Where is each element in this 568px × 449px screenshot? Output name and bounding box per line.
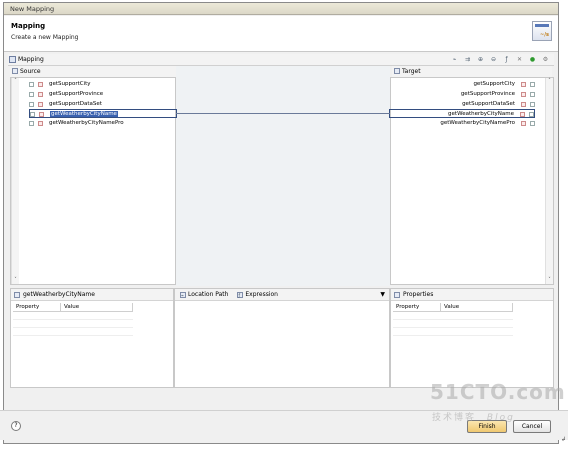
- properties-panel-title: Properties: [403, 291, 434, 298]
- target-label: Target: [402, 68, 421, 75]
- target-item-selected[interactable]: getWeatherbyCityName: [389, 109, 535, 118]
- element-icon: [38, 92, 43, 97]
- details-area: getWeatherbyCityName Property Value ⌁ Lo…: [10, 288, 554, 388]
- expand-icon[interactable]: [530, 102, 535, 107]
- mapping-icon: [9, 56, 16, 63]
- properties-table[interactable]: Property Value: [393, 303, 513, 336]
- scroll-up-icon[interactable]: ˄: [546, 78, 553, 85]
- element-icon: [521, 102, 526, 107]
- mapping-connection-line[interactable]: [176, 113, 390, 114]
- target-item[interactable]: getSupportCity: [389, 80, 535, 89]
- return-mark: ↲: [561, 436, 567, 443]
- node-properties-table[interactable]: Property Value: [13, 303, 133, 336]
- element-icon: [38, 102, 43, 107]
- header-title: Mapping: [11, 22, 46, 30]
- column-header-property[interactable]: Property: [13, 303, 61, 311]
- dialog-footer: ? Finish Cancel: [0, 410, 568, 440]
- target-tree[interactable]: ˄ ˅ getSupportCity getSupportProvince ge…: [389, 77, 554, 285]
- element-icon: [521, 121, 526, 126]
- mapping-label: Mapping: [18, 56, 44, 63]
- source-item[interactable]: getSupportCity: [29, 80, 177, 89]
- header-subtitle: Create a new Mapping: [11, 34, 79, 41]
- remove-icon[interactable]: ✕: [515, 56, 524, 64]
- link-icon[interactable]: ⌁: [450, 56, 459, 64]
- tab-location-path[interactable]: ⌁ Location Path: [177, 289, 228, 301]
- expand-icon[interactable]: [530, 121, 535, 126]
- element-icon: [14, 292, 20, 298]
- element-icon: [38, 82, 43, 87]
- target-header: Target: [392, 66, 552, 77]
- add-icon[interactable]: ●: [528, 56, 537, 64]
- element-icon: [521, 82, 526, 87]
- cancel-button[interactable]: Cancel: [513, 420, 551, 433]
- expression-tabs: ⌁ Location Path ƒ Expression ▼: [175, 289, 389, 301]
- source-tree[interactable]: ˄ ˅ getSupportCity getSupportProvince ge…: [10, 77, 177, 285]
- source-item-selected[interactable]: getWeatherbyCityName: [29, 109, 177, 118]
- dialog-header: Mapping Create a new Mapping ~/s: [4, 16, 558, 52]
- expand-icon[interactable]: [529, 112, 534, 117]
- target-item[interactable]: getWeatherbyCityNamePro: [389, 119, 535, 128]
- window-title: New Mapping: [4, 3, 558, 15]
- column-header-value[interactable]: Value: [61, 303, 133, 311]
- node-panel-header: getWeatherbyCityName: [11, 289, 173, 301]
- function-icon[interactable]: ƒ: [502, 56, 511, 64]
- auto-map-icon[interactable]: ⇉: [463, 56, 472, 64]
- selected-node-properties-panel: getWeatherbyCityName Property Value: [10, 288, 174, 388]
- source-item[interactable]: getWeatherbyCityNamePro: [29, 119, 177, 128]
- column-header-property[interactable]: Property: [393, 303, 441, 311]
- expand-icon[interactable]: [530, 82, 535, 87]
- column-header-value[interactable]: Value: [441, 303, 513, 311]
- element-icon: [38, 121, 43, 126]
- expression-panel: ⌁ Location Path ƒ Expression ▼: [174, 288, 390, 388]
- help-button[interactable]: ?: [11, 421, 21, 431]
- settings-icon[interactable]: ⚙: [541, 56, 550, 64]
- source-label: Source: [20, 68, 41, 75]
- properties-panel: Properties Property Value: [390, 288, 554, 388]
- element-icon: [521, 92, 526, 97]
- target-item[interactable]: getSupportDataSet: [389, 100, 535, 109]
- source-scrollbar[interactable]: ˄ ˅: [11, 78, 19, 284]
- location-path-icon: ⌁: [180, 292, 186, 299]
- target-icon: [394, 68, 400, 74]
- expand-icon[interactable]: [30, 112, 35, 117]
- element-icon: [39, 112, 44, 117]
- properties-panel-header: Properties: [391, 289, 553, 301]
- map-icon[interactable]: ⊕: [476, 56, 485, 64]
- scroll-up-icon[interactable]: ˄: [12, 78, 19, 85]
- expand-icon[interactable]: [530, 92, 535, 97]
- properties-icon: [394, 292, 400, 298]
- element-icon: [520, 112, 525, 117]
- scroll-down-icon[interactable]: ˅: [546, 277, 553, 284]
- mapping-canvas[interactable]: [176, 66, 390, 286]
- source-icon: [12, 68, 18, 74]
- scroll-down-icon[interactable]: ˅: [12, 277, 19, 284]
- unmap-icon[interactable]: ⊖: [489, 56, 498, 64]
- source-item[interactable]: getSupportProvince: [29, 90, 177, 99]
- expand-icon[interactable]: [29, 121, 34, 126]
- node-panel-title: getWeatherbyCityName: [23, 291, 95, 298]
- finish-button[interactable]: Finish: [467, 420, 507, 433]
- source-item[interactable]: getSupportDataSet: [29, 100, 177, 109]
- expand-icon[interactable]: [29, 92, 34, 97]
- expand-icon[interactable]: [29, 82, 34, 87]
- mapping-toolbar: Mapping ⌁ ⇉ ⊕ ⊖ ƒ ✕ ● ⚙: [8, 54, 554, 66]
- target-item[interactable]: getSupportProvince: [389, 90, 535, 99]
- tab-expression[interactable]: ƒ Expression: [234, 289, 278, 301]
- target-scrollbar[interactable]: ˄ ˅: [545, 78, 553, 284]
- source-header: Source: [10, 66, 176, 77]
- function-icon: ƒ: [237, 292, 244, 299]
- expand-icon[interactable]: [29, 102, 34, 107]
- dropdown-arrow-icon[interactable]: ▼: [380, 289, 385, 301]
- wizard-banner-icon: ~/s: [532, 21, 552, 41]
